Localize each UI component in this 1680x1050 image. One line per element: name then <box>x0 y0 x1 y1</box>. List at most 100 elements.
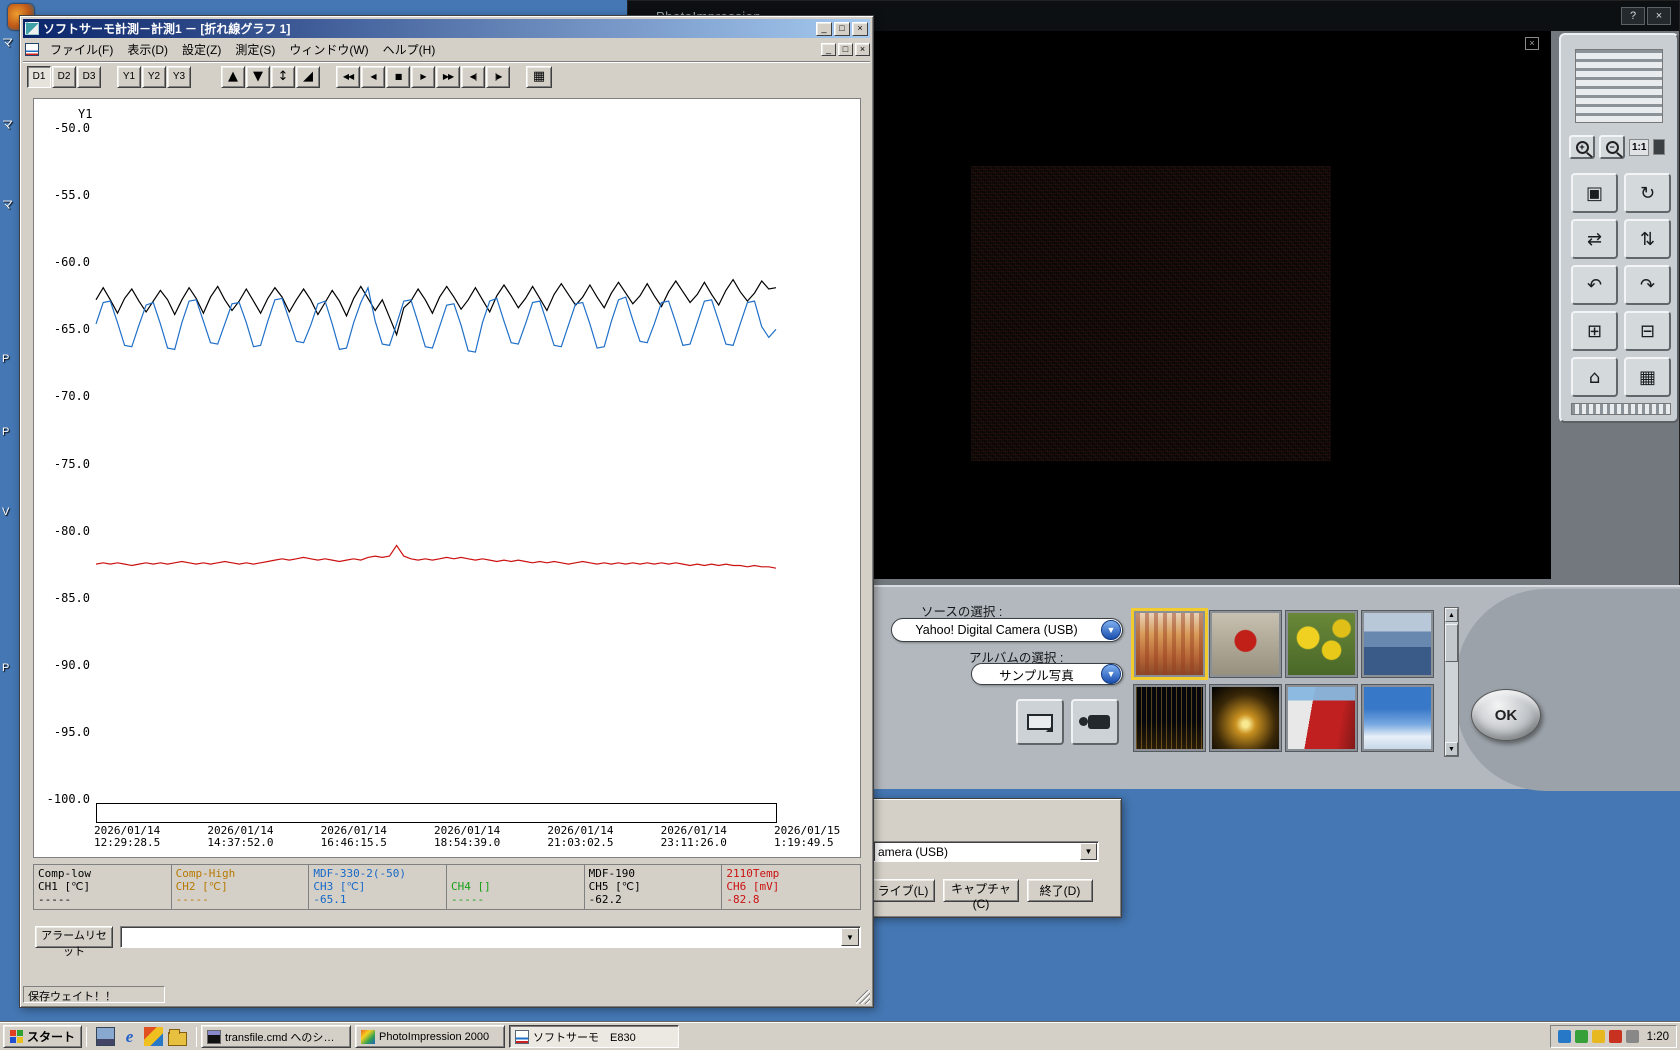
resize-grip[interactable] <box>856 990 870 1004</box>
capture-button[interactable]: キャプチャ(C) <box>943 879 1019 911</box>
actual-size-label[interactable]: 1:1 <box>1629 138 1650 156</box>
alarm-reset-button[interactable]: アラームリセット <box>35 926 113 958</box>
maximize-button[interactable]: □ <box>834 21 850 36</box>
x-axis-tick-label: 2026/01/14 14:37:52.0 <box>207 824 274 849</box>
album-dropdown[interactable]: サンプル写真 ▼ <box>971 663 1123 685</box>
rewind-button[interactable]: ◀◀ <box>336 65 360 88</box>
album-value: サンプル写真 <box>999 668 1074 683</box>
redo-button[interactable]: ↷ <box>1624 265 1671 305</box>
status-text: 保存ウェイト！！ <box>23 985 165 1003</box>
fit-window-button[interactable]: ▣ <box>1571 173 1618 213</box>
scrollbar-thumb[interactable] <box>1445 624 1458 662</box>
camera-button[interactable] <box>1071 699 1119 745</box>
close-button[interactable]: × <box>1647 7 1671 25</box>
scroll-down-button[interactable]: ▼ <box>246 65 270 88</box>
grid-display-button[interactable]: ▦ <box>526 65 552 88</box>
thumbnail-cardinal-bird[interactable] <box>1210 611 1281 677</box>
menu-item[interactable]: ファイル(F) <box>43 42 120 58</box>
menu-item[interactable]: 設定(Z) <box>175 42 228 58</box>
menu-item[interactable]: 測定(S) <box>228 42 282 58</box>
frame-button[interactable]: ⌂ <box>1571 357 1618 397</box>
exit-button[interactable]: 終了(D) <box>1027 879 1093 902</box>
tray-icon[interactable] <box>1608 1030 1622 1043</box>
live-button[interactable]: ライブ(L) <box>871 879 935 902</box>
toolbar-button-y2[interactable]: Y2 <box>142 65 166 88</box>
dropdown-arrow-icon[interactable]: ▼ <box>1101 664 1121 684</box>
ok-button[interactable]: OK <box>1471 689 1541 741</box>
fast-forward-button[interactable]: ▶▶ <box>436 65 460 88</box>
start-button[interactable]: スタート <box>3 1025 83 1048</box>
child-minimize-button[interactable]: _ <box>821 43 836 56</box>
menu-item[interactable]: 表示(D) <box>120 42 175 58</box>
toolbar-button-d2[interactable]: D2 <box>52 65 76 88</box>
thumbnail-ship-lighthouse[interactable] <box>1286 685 1357 751</box>
zoom-in-button[interactable]: + <box>1569 135 1595 159</box>
scanner-button[interactable] <box>1016 699 1064 745</box>
folder-icon[interactable] <box>168 1028 188 1046</box>
child-close-button[interactable]: × <box>855 43 870 56</box>
thumbnail-scrollbar[interactable]: ▲ ▼ <box>1444 607 1459 757</box>
scroll-down-icon[interactable]: ▼ <box>1445 742 1458 756</box>
flip-horizontal-button[interactable]: ⇄ <box>1571 219 1618 259</box>
title-bar[interactable]: ソフトサーモ計測－計測1 － [折れ線グラフ 1] _ □ × <box>23 19 870 38</box>
menu-item[interactable]: ヘルプ(H) <box>376 42 443 58</box>
taskbar-task-1[interactable]: transfile.cmd へのショート... <box>201 1025 352 1048</box>
child-restore-button[interactable]: □ <box>838 43 853 56</box>
canvas-close-icon[interactable]: × <box>1525 37 1539 50</box>
windows-logo-icon <box>10 1030 23 1043</box>
close-button[interactable]: × <box>852 21 868 36</box>
zoom-out-button[interactable]: − <box>1599 135 1625 159</box>
show-desktop-icon[interactable] <box>96 1027 116 1046</box>
source-dropdown[interactable]: Yahoo! Digital Camera (USB) ▼ <box>891 618 1123 642</box>
thumbnail-fiber-optic-lights[interactable] <box>1210 685 1281 751</box>
play-button[interactable]: ▶ <box>411 65 435 88</box>
tray-icon[interactable] <box>1591 1030 1605 1043</box>
scroll-up-button[interactable]: ▲ <box>221 65 245 88</box>
help-button[interactable]: ? <box>1621 7 1645 25</box>
toolbar-button-d3[interactable]: D3 <box>77 65 101 88</box>
dropdown-arrow-icon[interactable]: ▼ <box>841 928 859 946</box>
skip-end-button[interactable]: |▶ <box>486 65 510 88</box>
dropdown-arrow-icon[interactable]: ▼ <box>1101 620 1121 640</box>
toolbar-button-y3[interactable]: Y3 <box>167 65 191 88</box>
device-dropdown[interactable]: amera (USB) ▼ <box>873 841 1099 862</box>
thumbnail-harbor-boats[interactable] <box>1362 611 1433 677</box>
dropdown-arrow-icon[interactable]: ▼ <box>1080 843 1097 860</box>
rotate-button[interactable]: ↻ <box>1624 173 1671 213</box>
alarm-combobox[interactable]: ▼ <box>120 926 861 948</box>
toolbar-button-y1[interactable]: Y1 <box>117 65 141 88</box>
legend-line: CH3 [℃] <box>313 880 366 893</box>
taskbar-task-2[interactable]: PhotoImpression 2000 <box>355 1025 506 1048</box>
scale-corner-button[interactable]: ◢ <box>296 65 320 88</box>
thumbnail-sky-clouds[interactable] <box>1362 685 1433 751</box>
tray-icon[interactable] <box>1574 1030 1588 1043</box>
zoom-option-icon[interactable] <box>1653 139 1666 155</box>
scroll-vertical-button[interactable]: ↕ <box>271 65 295 88</box>
range-box[interactable] <box>96 803 777 823</box>
channels-icon[interactable] <box>144 1027 164 1046</box>
step-back-button[interactable]: ◀ <box>361 65 385 88</box>
undo-button[interactable]: ↶ <box>1571 265 1618 305</box>
scroll-up-icon[interactable]: ▲ <box>1445 608 1458 622</box>
thumbnail-city-night[interactable] <box>1134 685 1205 751</box>
grid-button[interactable]: ▦ <box>1624 357 1671 397</box>
toolbar-button-d1[interactable]: D1 <box>27 65 51 88</box>
flip-vertical-button[interactable]: ⇅ <box>1624 219 1671 259</box>
menu-item[interactable]: ウィンドウ(W) <box>282 42 375 58</box>
combobox-value[interactable] <box>121 927 840 947</box>
tray-icon[interactable] <box>1557 1030 1571 1043</box>
skip-start-button[interactable]: ◀| <box>461 65 485 88</box>
thumbnail-yellow-flowers[interactable] <box>1286 611 1357 677</box>
taskbar-task-3[interactable]: ソフトサーモ E830 <box>509 1025 680 1048</box>
tray-icon[interactable] <box>1625 1030 1639 1043</box>
internet-explorer-icon[interactable]: e <box>120 1027 139 1046</box>
copy-button[interactable]: ⊞ <box>1571 311 1618 351</box>
minimize-button[interactable]: _ <box>816 21 832 36</box>
task-icon-dos <box>207 1029 222 1044</box>
toolbar: D1 D2 D3 Y1 Y2 Y3 ▲ ▼ ↕ ◢ ◀◀ ◀ ■ ▶ ▶▶ ◀| |▶ ▦ <box>23 61 870 91</box>
paste-button[interactable]: ⊟ <box>1624 311 1671 351</box>
ok-panel-background <box>1456 589 1680 791</box>
thumbnail-red-rock-spires[interactable] <box>1131 608 1208 680</box>
stop-button[interactable]: ■ <box>386 65 410 88</box>
panel-grip-bottom <box>1571 403 1671 415</box>
